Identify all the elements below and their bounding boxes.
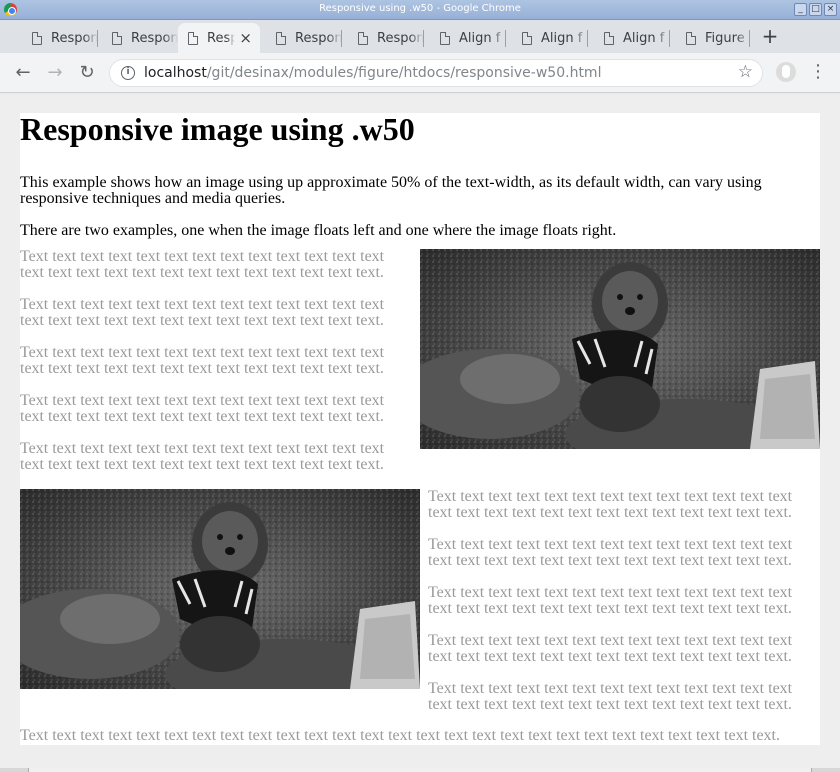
document-icon [112,31,122,45]
tab[interactable]: Align f [508,23,588,53]
tab[interactable]: Respon [18,23,98,53]
footer-paragraph: Text text text text text text text text … [20,727,780,744]
filler-paragraph: Text text text text text text text text … [20,248,385,281]
page-content: Responsive image using .w50 This example… [20,113,820,745]
forward-button[interactable]: → [44,62,66,84]
tab-label: Align f [459,30,501,46]
maximize-button[interactable]: □ [809,3,822,16]
document-icon [686,31,696,45]
tab[interactable]: Align f [426,23,506,53]
close-window-button[interactable]: × [824,3,837,16]
tab[interactable]: Respon [344,23,424,53]
tab-label: Figure [705,30,745,46]
tab-label: Respon [51,30,98,46]
url-text[interactable]: localhost/git/desinax/modules/figure/htd… [144,65,601,81]
tab-label: Respon [377,30,424,46]
tab-strip: Respon Respon Respon × Respon Respon Ali… [0,20,840,53]
intro-paragraph-2: There are two examples, one when the ima… [20,222,617,239]
text-column: Text text text text text text text text … [428,489,800,729]
reload-button[interactable]: ↻ [76,62,98,84]
document-icon [440,31,450,45]
document-icon [358,31,368,45]
address-bar[interactable]: i localhost/git/desinax/modules/figure/h… [109,59,763,87]
bookmark-star-icon[interactable]: ☆ [738,62,753,82]
minimize-button[interactable]: _ [794,3,807,16]
scrollbar-thumb[interactable] [28,768,812,772]
document-icon [188,31,198,45]
tab[interactable]: Figure [672,23,750,53]
filler-paragraph: Text text text text text text text text … [20,296,385,329]
tab[interactable]: Respon [98,23,178,53]
filler-paragraph: Text text text text text text text text … [428,680,793,713]
filler-paragraph: Text text text text text text text text … [428,488,793,521]
page-heading: Responsive image using .w50 [20,111,415,147]
document-icon [604,31,614,45]
filler-paragraph: Text text text text text text text text … [20,392,385,425]
filler-paragraph: Text text text text text text text text … [20,440,385,473]
filler-paragraph: Text text text text text text text text … [428,584,793,617]
url-path: /git/desinax/modules/figure/htdocs/respo… [206,65,602,81]
close-tab-icon[interactable]: × [239,29,252,47]
document-icon [32,31,42,45]
tab-label: Align f [623,30,665,46]
tab-active[interactable]: Respon × [178,23,260,53]
tab[interactable]: Align f [590,23,670,53]
filler-paragraph: Text text text text text text text text … [20,344,385,377]
dog-photo [20,489,420,689]
page-viewport: Responsive image using .w50 This example… [0,94,840,770]
filler-paragraph: Text text text text text text text text … [428,536,793,569]
tab-label: Respon [131,30,178,46]
window-controls: _ □ × [794,3,837,16]
tab-label: Align f [541,30,583,46]
browser-toolbar: ← → ↻ i localhost/git/desinax/modules/fi… [0,53,840,93]
url-host: localhost [144,65,207,81]
profile-avatar-icon[interactable] [776,62,796,82]
horizontal-scrollbar[interactable] [0,768,840,772]
tab-label: Respon [295,30,342,46]
tab[interactable]: Respon [262,23,342,53]
browser-menu-button[interactable]: ⋮ [808,62,828,84]
new-tab-button[interactable]: + [760,26,780,46]
back-button[interactable]: ← [12,62,34,84]
tab-label: Respon [207,30,236,46]
document-icon [522,31,532,45]
dog-photo [420,249,820,449]
window-title: Responsive using .w50 - Google Chrome [319,3,521,14]
intro-paragraph: This example shows how an image using up… [20,174,762,207]
window-titlebar: Responsive using .w50 - Google Chrome _ … [0,0,840,20]
info-icon[interactable]: i [121,66,135,80]
text-column: Text text text text text text text text … [20,249,392,489]
document-icon [276,31,286,45]
filler-paragraph: Text text text text text text text text … [428,632,793,665]
